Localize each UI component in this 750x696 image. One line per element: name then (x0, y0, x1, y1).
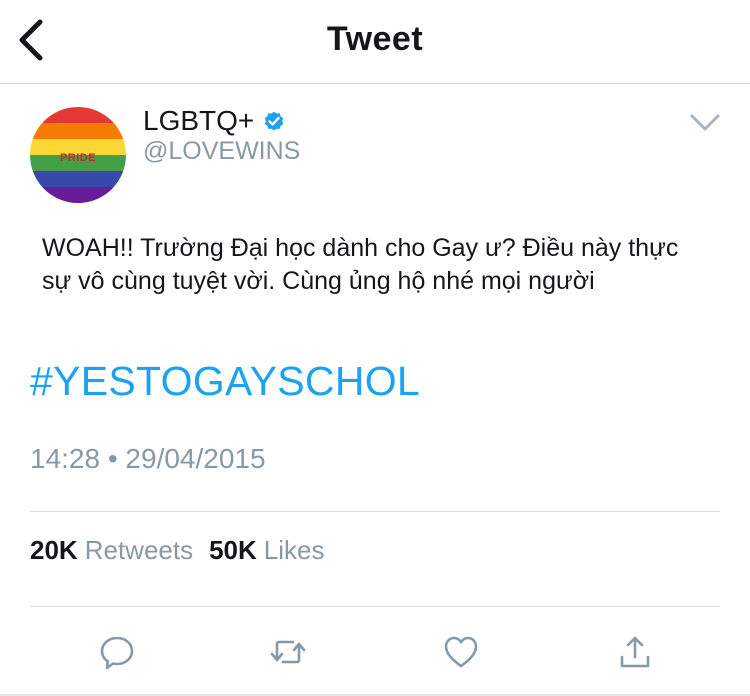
avatar-text: PRIDE (60, 152, 96, 164)
user-handle[interactable]: @LOVEWINS (143, 137, 300, 166)
hashtag-link[interactable]: #YESTOGAYSCHOL (30, 358, 420, 405)
retweet-icon (270, 640, 306, 664)
verified-badge-icon (262, 109, 286, 133)
reply-button[interactable] (97, 632, 137, 672)
chevron-down-icon (690, 114, 720, 131)
tweet-text: WOAH!! Trường Đại học dành cho Gay ư? Đi… (42, 234, 679, 295)
avatar[interactable]: PRIDE (30, 107, 126, 203)
retweets-count: 20K (30, 535, 78, 565)
retweet-button[interactable] (268, 632, 308, 672)
share-button[interactable] (615, 632, 655, 672)
pride-flag-avatar: PRIDE (30, 107, 126, 203)
header-bar: Tweet (0, 0, 750, 84)
tweet-timestamp: 14:28 • 29/04/2015 (30, 443, 266, 474)
tweet-stats: 20K Retweets 50K Likes (30, 535, 341, 566)
page-title: Tweet (326, 20, 424, 58)
likes-count: 50K (209, 535, 257, 565)
tweet-action-bar (0, 626, 750, 680)
share-icon (620, 636, 650, 668)
retweets-stat[interactable]: 20K Retweets (30, 535, 193, 566)
heart-icon (444, 636, 478, 668)
author-name-row: LGBTQ+ (143, 104, 286, 138)
divider (30, 511, 720, 512)
likes-label: Likes (263, 535, 325, 565)
like-button[interactable] (441, 632, 481, 672)
likes-stat[interactable]: 50K Likes (209, 535, 324, 566)
reply-icon (100, 636, 134, 670)
divider (30, 606, 720, 607)
display-name[interactable]: LGBTQ+ (143, 105, 254, 137)
tweet-options-button[interactable] (688, 110, 722, 136)
retweets-label: Retweets (84, 535, 194, 565)
